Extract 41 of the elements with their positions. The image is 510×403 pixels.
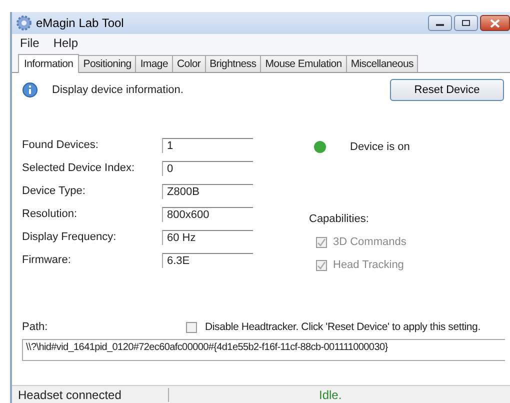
reset-device-button[interactable]: Reset Device [390, 79, 504, 101]
path-field[interactable]: \\?\hid#vid_1641pid_0120#72ec60afc00000#{4d1e55b2-f16f-11cf-88cb-001111000030} [22, 339, 505, 361]
checkbox-label: 3D Commands [333, 236, 406, 248]
info-text: Display device information. [52, 84, 184, 96]
value-field[interactable]: 800x600 [162, 206, 253, 222]
tab[interactable]: Miscellaneous [346, 55, 418, 72]
status-text: Headset connected [12, 388, 169, 402]
checkbox-label: Disable Headtracker. Click 'Reset Device' to apply this setting. [205, 321, 480, 333]
capabilities-label: Capabilities: [309, 213, 370, 225]
tab[interactable]: Image [135, 55, 173, 72]
field-label: Device Type: [22, 185, 86, 197]
tab[interactable]: Color [172, 55, 206, 72]
field-label: Display Frequency: [22, 231, 118, 243]
maximize-icon [461, 19, 471, 27]
field-label: Selected Device Index: [22, 162, 136, 174]
value-field[interactable]: 0 [162, 160, 253, 176]
close-icon [490, 18, 500, 28]
close-button[interactable] [480, 15, 510, 31]
value-field[interactable]: 1 [162, 138, 253, 152]
tab[interactable]: Positioning [78, 55, 136, 72]
tab[interactable]: Information [18, 54, 80, 73]
status-text: Idle. [319, 388, 342, 402]
value-field[interactable]: 6.3E [162, 252, 253, 268]
info-icon [22, 82, 38, 98]
value-field[interactable]: 60 Hz [162, 230, 253, 244]
window-title: eMagin Lab Tool [36, 16, 124, 30]
checkbox-label: Head Tracking [333, 259, 404, 271]
menu-item[interactable]: File [20, 36, 40, 50]
field-label: Found Devices: [22, 139, 100, 151]
menu-item[interactable]: Help [53, 36, 78, 50]
maximize-button[interactable] [454, 15, 478, 31]
tab[interactable]: Brightness [204, 55, 262, 72]
minimize-button[interactable] [428, 15, 452, 31]
tab[interactable]: Mouse Emulation [260, 55, 347, 72]
path-label: Path: [22, 321, 49, 333]
gear-icon [16, 15, 32, 31]
device-status-text: Device is on [350, 141, 410, 153]
checkbox[interactable] [186, 322, 197, 332]
value-field[interactable]: Z800B [162, 184, 253, 198]
field-label: Resolution: [22, 208, 78, 220]
field-label: Firmware: [22, 254, 72, 266]
